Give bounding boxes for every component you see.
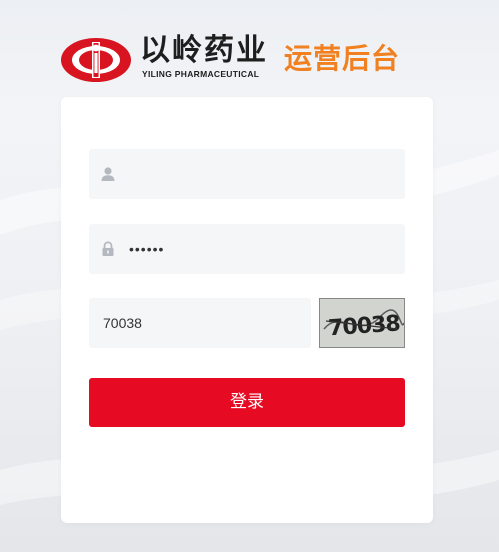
captcha-graphic: 70038	[320, 299, 404, 347]
brand-name-english: YILING PHARMACEUTICAL	[142, 69, 260, 79]
captcha-image[interactable]: 70038	[319, 298, 405, 348]
yiling-logo-icon	[61, 38, 131, 82]
captcha-text: 70038	[327, 311, 400, 341]
login-card: 70038 登录	[61, 97, 433, 523]
captcha-field[interactable]	[89, 298, 311, 348]
user-icon	[101, 167, 115, 181]
lock-icon	[102, 241, 114, 256]
login-page: { "brand": { "logo_icon": "yiling-logo-i…	[0, 0, 499, 552]
password-field[interactable]	[89, 224, 405, 274]
brand-header: 以岭药业 YILING PHARMACEUTICAL 运营后台	[60, 34, 420, 86]
username-input[interactable]	[129, 149, 389, 199]
brand-subtitle: 运营后台	[284, 42, 401, 75]
brand-name-chinese: 以岭药业	[140, 33, 268, 68]
login-button[interactable]: 登录	[89, 378, 405, 427]
captcha-input[interactable]	[103, 298, 303, 348]
password-input[interactable]	[129, 224, 389, 274]
username-field[interactable]	[89, 149, 405, 199]
